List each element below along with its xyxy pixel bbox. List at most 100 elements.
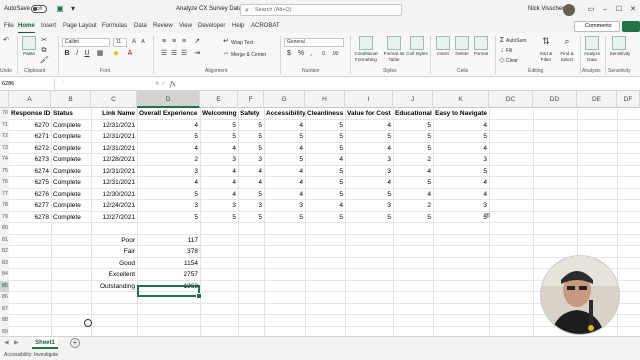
table-cell[interactable]: 5 [305,177,345,189]
table-cell[interactable]: 5 [305,189,345,201]
column-header[interactable]: DF [617,91,640,108]
table-cell[interactable]: 5 [264,154,305,166]
table-cell[interactable]: 3 [433,200,489,212]
table-cell[interactable]: 5 [238,189,264,201]
table-cell[interactable]: 4 [200,143,238,155]
table-cell[interactable]: 12/31/2021 [91,120,137,132]
delete-cells-button[interactable]: Delete [452,51,472,57]
table-cell[interactable]: 4 [345,120,393,132]
prev-sheet-icon[interactable]: ◀ [4,339,9,346]
table-cell[interactable]: 4 [200,189,238,201]
currency-icon[interactable]: $ [285,50,293,58]
tab-help[interactable]: Help [232,23,244,29]
align-top-icon[interactable]: ≡ [160,38,168,46]
avatar[interactable] [563,4,575,16]
column-header[interactable]: A [9,91,51,108]
table-cell[interactable]: 5 [137,189,200,201]
conditional-formatting-icon[interactable] [359,36,373,50]
analyze-data-button[interactable]: Analyze Data [582,51,602,62]
table-cell[interactable]: 3 [345,166,393,178]
table-cell[interactable]: 12/28/2021 [91,154,137,166]
cell-styles-icon[interactable] [410,36,424,50]
table-cell[interactable]: 4 [264,166,305,178]
table-cell[interactable]: 5 [264,212,305,224]
autofill-options-icon[interactable]: ⊞ [485,212,490,219]
header-cell[interactable]: Value for Cost [345,108,393,120]
row-header[interactable]: 84 [0,269,9,281]
delete-cells-icon[interactable] [455,36,469,50]
tab-view[interactable]: View [179,23,192,29]
table-cell[interactable]: 4 [264,120,305,132]
insert-cells-icon[interactable] [436,36,450,50]
table-cell[interactable]: Complete [51,154,91,166]
table-cell[interactable]: 5 [238,143,264,155]
format-cells-icon[interactable] [474,36,488,50]
row-header[interactable]: 76 [0,177,9,189]
autosum-button[interactable]: AutoSum [506,38,527,44]
table-cell[interactable]: 4 [200,166,238,178]
borders-icon[interactable]: ▦ [96,50,104,58]
add-sheet-button[interactable]: + [70,338,80,348]
table-cell[interactable]: 5 [264,131,305,143]
summary-label[interactable]: Poor [91,235,137,247]
table-cell[interactable]: 4 [305,154,345,166]
table-cell[interactable]: 4 [433,189,489,201]
cancel-entry-icon[interactable]: ✕ ✓ [155,79,166,90]
close-icon[interactable]: ✕ [626,3,640,17]
table-cell[interactable]: 5 [345,131,393,143]
customize-toolbar-icon[interactable]: ▾ [68,4,78,14]
row-header[interactable]: 74 [0,154,9,166]
table-cell[interactable]: 3 [200,154,238,166]
table-cell[interactable]: 5 [238,120,264,132]
font-name-select[interactable]: Calibri [62,38,110,47]
table-cell[interactable]: 3 [264,200,305,212]
align-bottom-icon[interactable]: ≡ [180,38,188,46]
table-cell[interactable]: Complete [51,143,91,155]
table-cell[interactable]: 5 [238,212,264,224]
table-cell[interactable]: Complete [51,166,91,178]
italic-icon[interactable]: I [73,50,81,58]
insert-cells-button[interactable]: Insert [433,51,453,57]
table-cell[interactable]: 3 [238,154,264,166]
table-cell[interactable]: 4 [137,143,200,155]
table-cell[interactable]: 4 [433,120,489,132]
table-cell[interactable]: 3 [238,200,264,212]
table-cell[interactable]: 4 [345,143,393,155]
column-header[interactable]: K [433,91,489,108]
table-cell[interactable]: 6273 [9,154,51,166]
user-name[interactable]: Nick Visscher [528,6,564,12]
percent-icon[interactable]: % [297,50,305,58]
format-as-table-icon[interactable] [387,36,401,50]
table-cell[interactable]: 5 [200,212,238,224]
tab-formulas[interactable]: Formulas [102,23,127,29]
header-cell[interactable]: Educational [393,108,433,120]
formula-bar-options-icon[interactable]: ⋮ [60,79,66,90]
table-cell[interactable]: 2 [393,154,433,166]
orientation-icon[interactable]: ↗ [193,38,201,46]
table-cell[interactable]: 2 [137,154,200,166]
table-cell[interactable]: 5 [305,166,345,178]
column-header[interactable]: I [345,91,393,108]
tab-acrobat[interactable]: ACROBAT [251,23,280,29]
underline-icon[interactable]: U [83,50,91,58]
table-cell[interactable]: 5 [305,131,345,143]
wrap-text-icon[interactable]: ↵ [222,38,230,46]
summary-label[interactable]: Excellent [91,269,137,281]
sort-filter-button[interactable]: Sort & Filter [535,51,557,62]
tab-review[interactable]: Review [153,23,173,29]
row-header[interactable]: 81 [0,234,9,246]
name-box[interactable]: 6286 [0,79,55,90]
table-cell[interactable]: Complete [51,200,91,212]
table-cell[interactable]: 5 [305,212,345,224]
clear-icon[interactable]: ◇ [498,57,506,65]
table-cell[interactable]: 12/31/2021 [91,166,137,178]
table-cell[interactable]: 5 [137,212,200,224]
row-header[interactable]: 71 [0,119,9,131]
table-cell[interactable]: 6272 [9,143,51,155]
search-input[interactable]: ⌕ Search (Alt+Q) [240,4,402,16]
fill-button[interactable]: Fill [506,48,512,54]
format-as-table-button[interactable]: Format as Table [382,51,406,62]
column-header[interactable]: DD [533,91,577,108]
table-cell[interactable]: 4 [137,120,200,132]
number-format-select[interactable]: General [284,38,344,47]
